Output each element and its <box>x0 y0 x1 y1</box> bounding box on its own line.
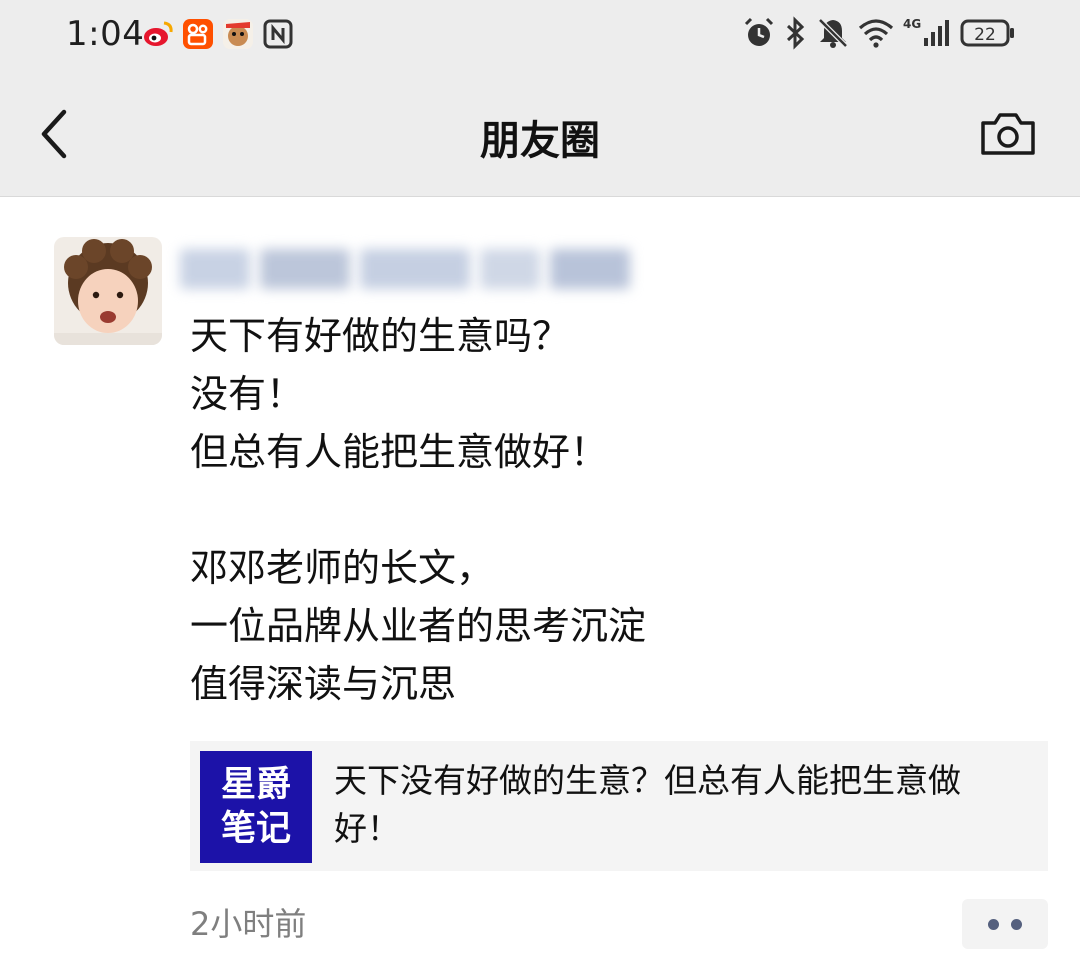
more-dot-icon <box>988 918 999 930</box>
alarm-icon <box>742 16 776 50</box>
nfc-icon <box>262 18 294 50</box>
post-text-line: 天下有好做的生意吗？ <box>190 314 571 358</box>
network-label: 4G <box>903 17 921 31</box>
more-actions-button[interactable] <box>962 899 1048 949</box>
moment-post: 天下有好做的生意吗？ 没有！ 但总有人能把生意做好！ 邓邓老师的长文， 一位品牌… <box>0 197 1080 971</box>
article-title: 天下没有好做的生意？但总有人能把生意做好！ <box>334 761 961 848</box>
weibo-icon <box>142 18 174 50</box>
wifi-icon <box>858 16 894 50</box>
news-app-icon <box>222 18 254 50</box>
post-text: 天下有好做的生意吗？ 没有！ 但总有人能把生意做好！ 邓邓老师的长文， 一位品牌… <box>190 307 1050 713</box>
post-text-line: 但总有人能把生意做好！ <box>190 430 609 474</box>
status-left-icons <box>142 18 294 50</box>
page-title: 朋友圈 <box>480 118 600 164</box>
post-text-line: 一位品牌从业者的思考沉淀 <box>190 604 647 648</box>
more-dot-icon <box>1011 918 1022 930</box>
status-right-icons: 4G 22 <box>742 16 1016 50</box>
post-text-line <box>190 481 1050 539</box>
post-text-line: 值得深读与沉思 <box>190 662 457 706</box>
bluetooth-icon <box>784 16 808 50</box>
post-text-line: 没有！ <box>190 372 305 416</box>
nav-bar: 朋友圈 <box>0 70 1080 197</box>
thumbnail-text-line1: 星爵 <box>220 765 291 805</box>
battery-level: 22 <box>974 25 996 45</box>
shared-article-card[interactable]: 星爵 笔记 天下没有好做的生意？但总有人能把生意做好！ <box>190 741 1048 871</box>
status-bar: 1:04 4G 22 <box>0 0 1080 70</box>
mute-icon <box>816 16 850 50</box>
signal-4g-icon: 4G <box>902 16 952 50</box>
post-text-line: 邓邓老师的长文， <box>190 546 495 590</box>
camera-icon <box>981 113 1035 155</box>
thumbnail-text-line2: 笔记 <box>220 809 291 849</box>
camera-button[interactable] <box>976 108 1040 160</box>
battery-icon: 22 <box>960 16 1016 50</box>
kuaishou-icon <box>182 18 214 50</box>
article-thumbnail: 星爵 笔记 <box>200 751 312 863</box>
avatar[interactable] <box>54 237 162 345</box>
post-timestamp: 2小时前 <box>190 905 307 943</box>
nickname-blurred[interactable] <box>180 243 630 295</box>
status-time: 1:04 <box>66 14 145 54</box>
